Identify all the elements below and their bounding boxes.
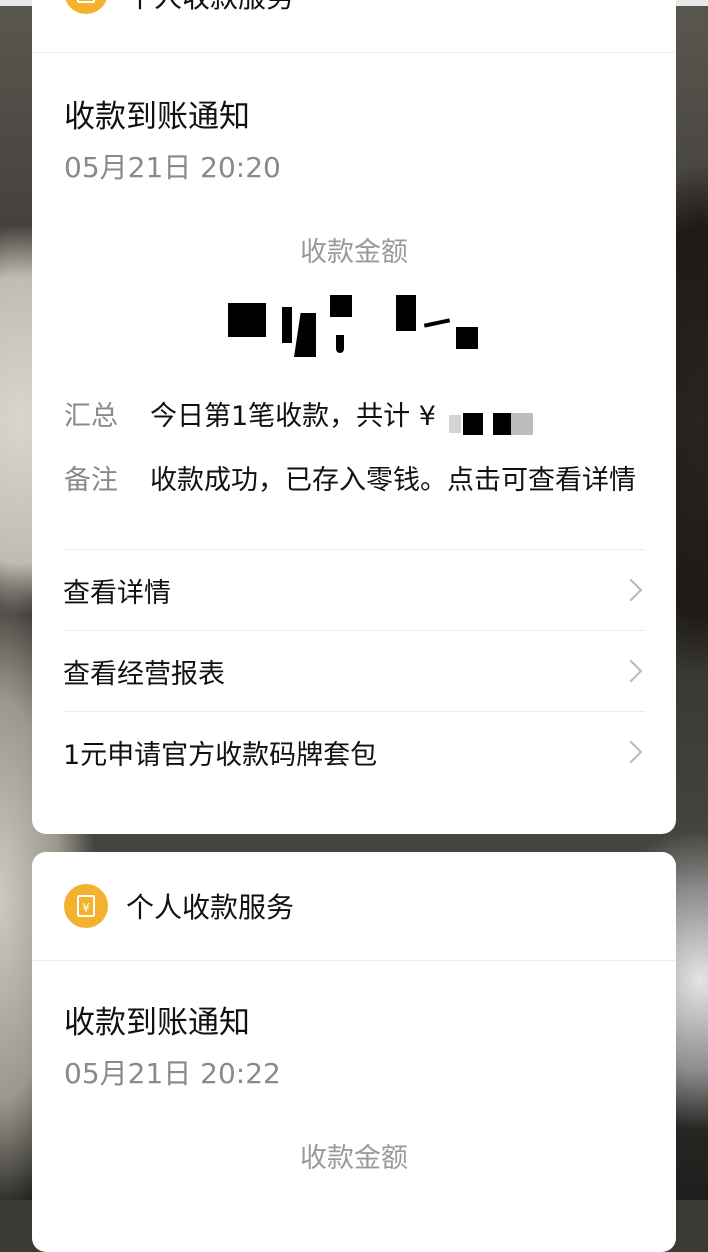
service-header[interactable]: ¥ 个人收款服务	[32, 852, 676, 961]
link-view-details[interactable]: 查看详情	[63, 549, 645, 630]
action-links: 查看详情 查看经营报表 1元申请官方收款码牌套包	[63, 549, 645, 792]
notification-card-2[interactable]: ¥ 个人收款服务 收款到账通知 05月21日 20:22 收款金额	[32, 852, 676, 1252]
amount-label: 收款金额	[300, 237, 408, 268]
link-view-report[interactable]: 查看经营报表	[63, 630, 645, 711]
summary-key: 汇总	[64, 401, 118, 432]
service-header[interactable]: ¥ 个人收款服务	[32, 0, 676, 53]
remark-row: 备注 收款成功，已存入零钱。点击可查看详情	[64, 461, 676, 501]
service-name: 个人收款服务	[126, 891, 295, 924]
notice-time: 05月21日 20:22	[64, 1057, 281, 1090]
link-label: 查看经营报表	[63, 658, 225, 690]
summary-amount-redacted	[448, 407, 549, 435]
remark-key: 备注	[64, 465, 118, 496]
chevron-right-icon	[619, 740, 643, 764]
link-label: 查看详情	[63, 577, 171, 609]
summary-value: 今日第1笔收款，共计 ¥	[150, 401, 436, 432]
chevron-right-icon	[619, 578, 643, 602]
ledger-yuan-icon: ¥	[64, 0, 108, 14]
summary-row: 汇总 今日第1笔收款，共计 ¥	[64, 397, 676, 437]
amount-redacted	[224, 291, 484, 371]
notice-title: 收款到账通知	[64, 99, 250, 135]
service-name: 个人收款服务	[126, 0, 294, 16]
ledger-yuan-icon: ¥	[64, 884, 108, 928]
link-label: 1元申请官方收款码牌套包	[63, 739, 378, 771]
notice-time: 05月21日 20:20	[64, 151, 281, 184]
notice-title: 收款到账通知	[64, 1005, 250, 1041]
notification-card-1[interactable]: ¥ 个人收款服务 收款到账通知 05月21日 20:20 收款金额 汇总 今日第…	[32, 0, 676, 834]
amount-label: 收款金额	[300, 1143, 408, 1174]
remark-value: 收款成功，已存入零钱。点击可查看详情	[150, 465, 636, 496]
link-apply-qr-kit[interactable]: 1元申请官方收款码牌套包	[63, 711, 645, 792]
chevron-right-icon	[619, 659, 643, 683]
